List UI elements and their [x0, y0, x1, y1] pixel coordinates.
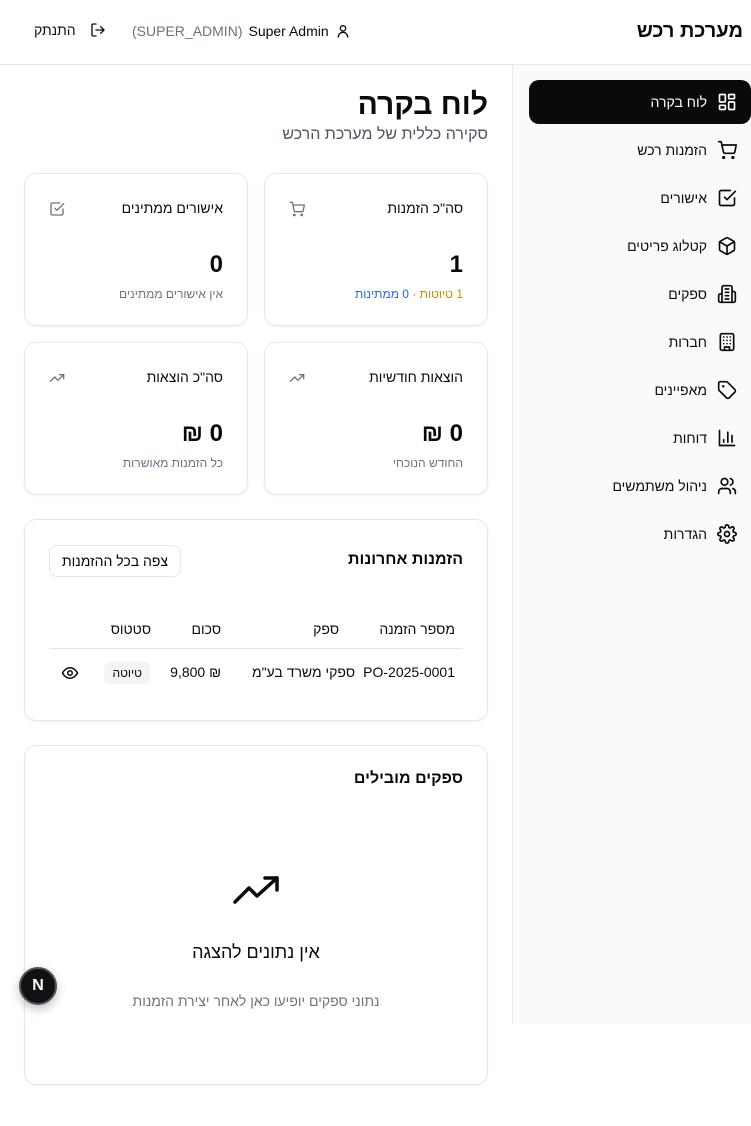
user-name: Super Admin: [248, 23, 329, 39]
pending-approvals-card: אישורים ממתינים 0 אין אישורים ממתינים: [24, 173, 248, 326]
sidebar-item-label: הזמנות רכש: [637, 142, 707, 158]
card-description: 1 טיוטות · 0 ממתינות: [355, 287, 463, 301]
separator: ·: [408, 287, 420, 301]
section-title: ספקים מובילים: [353, 770, 463, 787]
card-value: 0 ₪: [421, 420, 463, 447]
page-subtitle: סקירה כללית של מערכת הרכש: [282, 126, 488, 143]
package-icon: [718, 236, 736, 256]
sidebar-item-label: ספקים: [668, 286, 707, 302]
dashboard-icon: [718, 93, 736, 111]
card-value: 1: [449, 251, 463, 278]
check-square-icon: [718, 189, 737, 207]
logout-icon: [90, 23, 105, 37]
top-suppliers-card: ספקים מובילים אין נתונים להצגה נתוני ספק…: [24, 745, 488, 1085]
column-header-amount: סכום: [191, 621, 221, 637]
sidebar-item-label: לוח בקרה: [650, 94, 707, 110]
tag-icon: [717, 380, 737, 400]
pending-count: 0 ממתינות: [354, 287, 409, 301]
column-header-status: סטטוס: [110, 621, 151, 637]
app-brand: מערכת רכש: [636, 20, 743, 42]
view-all-orders-button[interactable]: צפה בכל ההזמנות: [49, 545, 182, 577]
trending-up-icon: [233, 876, 279, 904]
logout-button[interactable]: התנתק: [34, 22, 106, 38]
bar-chart-icon: [718, 429, 736, 447]
trending-up-icon: [49, 374, 65, 382]
sidebar-item-approvals[interactable]: אישורים: [529, 176, 751, 220]
order-number: PO-2025-0001: [363, 664, 455, 680]
gear-icon: [717, 524, 737, 544]
sidebar-item-suppliers[interactable]: ספקים: [529, 272, 751, 316]
user-info: Super Admin (SUPER_ADMIN): [132, 23, 351, 39]
office-building-icon: [719, 332, 735, 352]
total-expenses-card: סה"כ הוצאות 0 ₪ כל הזמנות מאושרות: [24, 342, 248, 495]
empty-state-description: נתוני ספקים יופיעו כאן לאחר יצירת הזמנות: [132, 993, 380, 1009]
sidebar-item-reports[interactable]: דוחות: [529, 416, 751, 460]
sidebar-item-label: אישורים: [660, 190, 707, 206]
column-header-order-number: מספר הזמנה: [379, 621, 455, 637]
card-title: אישורים ממתינים: [121, 200, 223, 216]
sidebar-item-purchase-orders[interactable]: הזמנות רכש: [529, 128, 751, 172]
drafts-count: 1 טיוטות: [419, 287, 463, 301]
card-description: החודש הנוכחי: [392, 456, 463, 470]
top-header: מערכת רכש Super Admin (SUPER_ADMIN) התנת…: [0, 0, 751, 65]
card-title: הוצאות חודשיות: [369, 369, 463, 385]
page-title: לוח בקרה: [357, 88, 488, 121]
order-supplier: ספקי משרד בע"מ: [251, 664, 355, 680]
card-value: 0: [209, 251, 223, 278]
monthly-expenses-card: הוצאות חודשיות 0 ₪ החודש הנוכחי: [264, 342, 488, 495]
sidebar-item-label: ניהול משתמשים: [612, 478, 707, 494]
card-title: סה"כ הוצאות: [146, 369, 223, 385]
sidebar-item-label: מאפיינים: [654, 382, 707, 398]
card-title: סה"כ הזמנות: [387, 200, 463, 216]
sidebar-item-label: הגדרות: [663, 526, 707, 542]
column-header-supplier: ספק: [313, 621, 339, 637]
cart-icon: [289, 201, 305, 217]
sidebar-item-users[interactable]: ניהול משתמשים: [529, 464, 751, 508]
user-role: (SUPER_ADMIN): [132, 23, 243, 39]
section-title: הזמנות אחרונות: [348, 551, 463, 568]
card-value: 0 ₪: [181, 420, 223, 447]
check-square-icon: [50, 202, 65, 216]
sidebar-item-label: חברות: [668, 334, 707, 350]
eye-icon[interactable]: [61, 664, 79, 682]
order-amount: ₪ 9,800: [170, 664, 221, 680]
building-icon: [717, 284, 737, 304]
sidebar: לוח בקרה הזמנות רכש אישורים קטלוג פריטים…: [512, 65, 751, 1024]
users-icon: [717, 477, 737, 495]
sidebar-item-catalog[interactable]: קטלוג פריטים: [529, 224, 751, 268]
recent-orders-card: הזמנות אחרונות צפה בכל ההזמנות מספר הזמנ…: [24, 519, 488, 721]
nextjs-dev-button[interactable]: N: [19, 967, 57, 1005]
card-description: כל הזמנות מאושרות: [122, 456, 223, 470]
status-badge: טיוטה: [104, 662, 150, 684]
cart-icon: [717, 140, 737, 160]
table-divider: [49, 648, 463, 649]
sidebar-item-label: דוחות: [673, 430, 707, 446]
sidebar-item-attributes[interactable]: מאפיינים: [529, 368, 751, 412]
logout-label: התנתק: [34, 22, 76, 38]
user-icon: [335, 23, 351, 39]
sidebar-item-settings[interactable]: הגדרות: [529, 512, 751, 556]
card-description: אין אישורים ממתינים: [119, 287, 223, 301]
sidebar-item-companies[interactable]: חברות: [529, 320, 751, 364]
trending-up-icon: [289, 374, 305, 382]
empty-state-title: אין נתונים להצגה: [192, 942, 320, 962]
sidebar-item-dashboard[interactable]: לוח בקרה: [529, 80, 751, 124]
total-orders-card: סה"כ הזמנות 1 1 טיוטות · 0 ממתינות: [264, 173, 488, 326]
sidebar-item-label: קטלוג פריטים: [627, 238, 707, 254]
